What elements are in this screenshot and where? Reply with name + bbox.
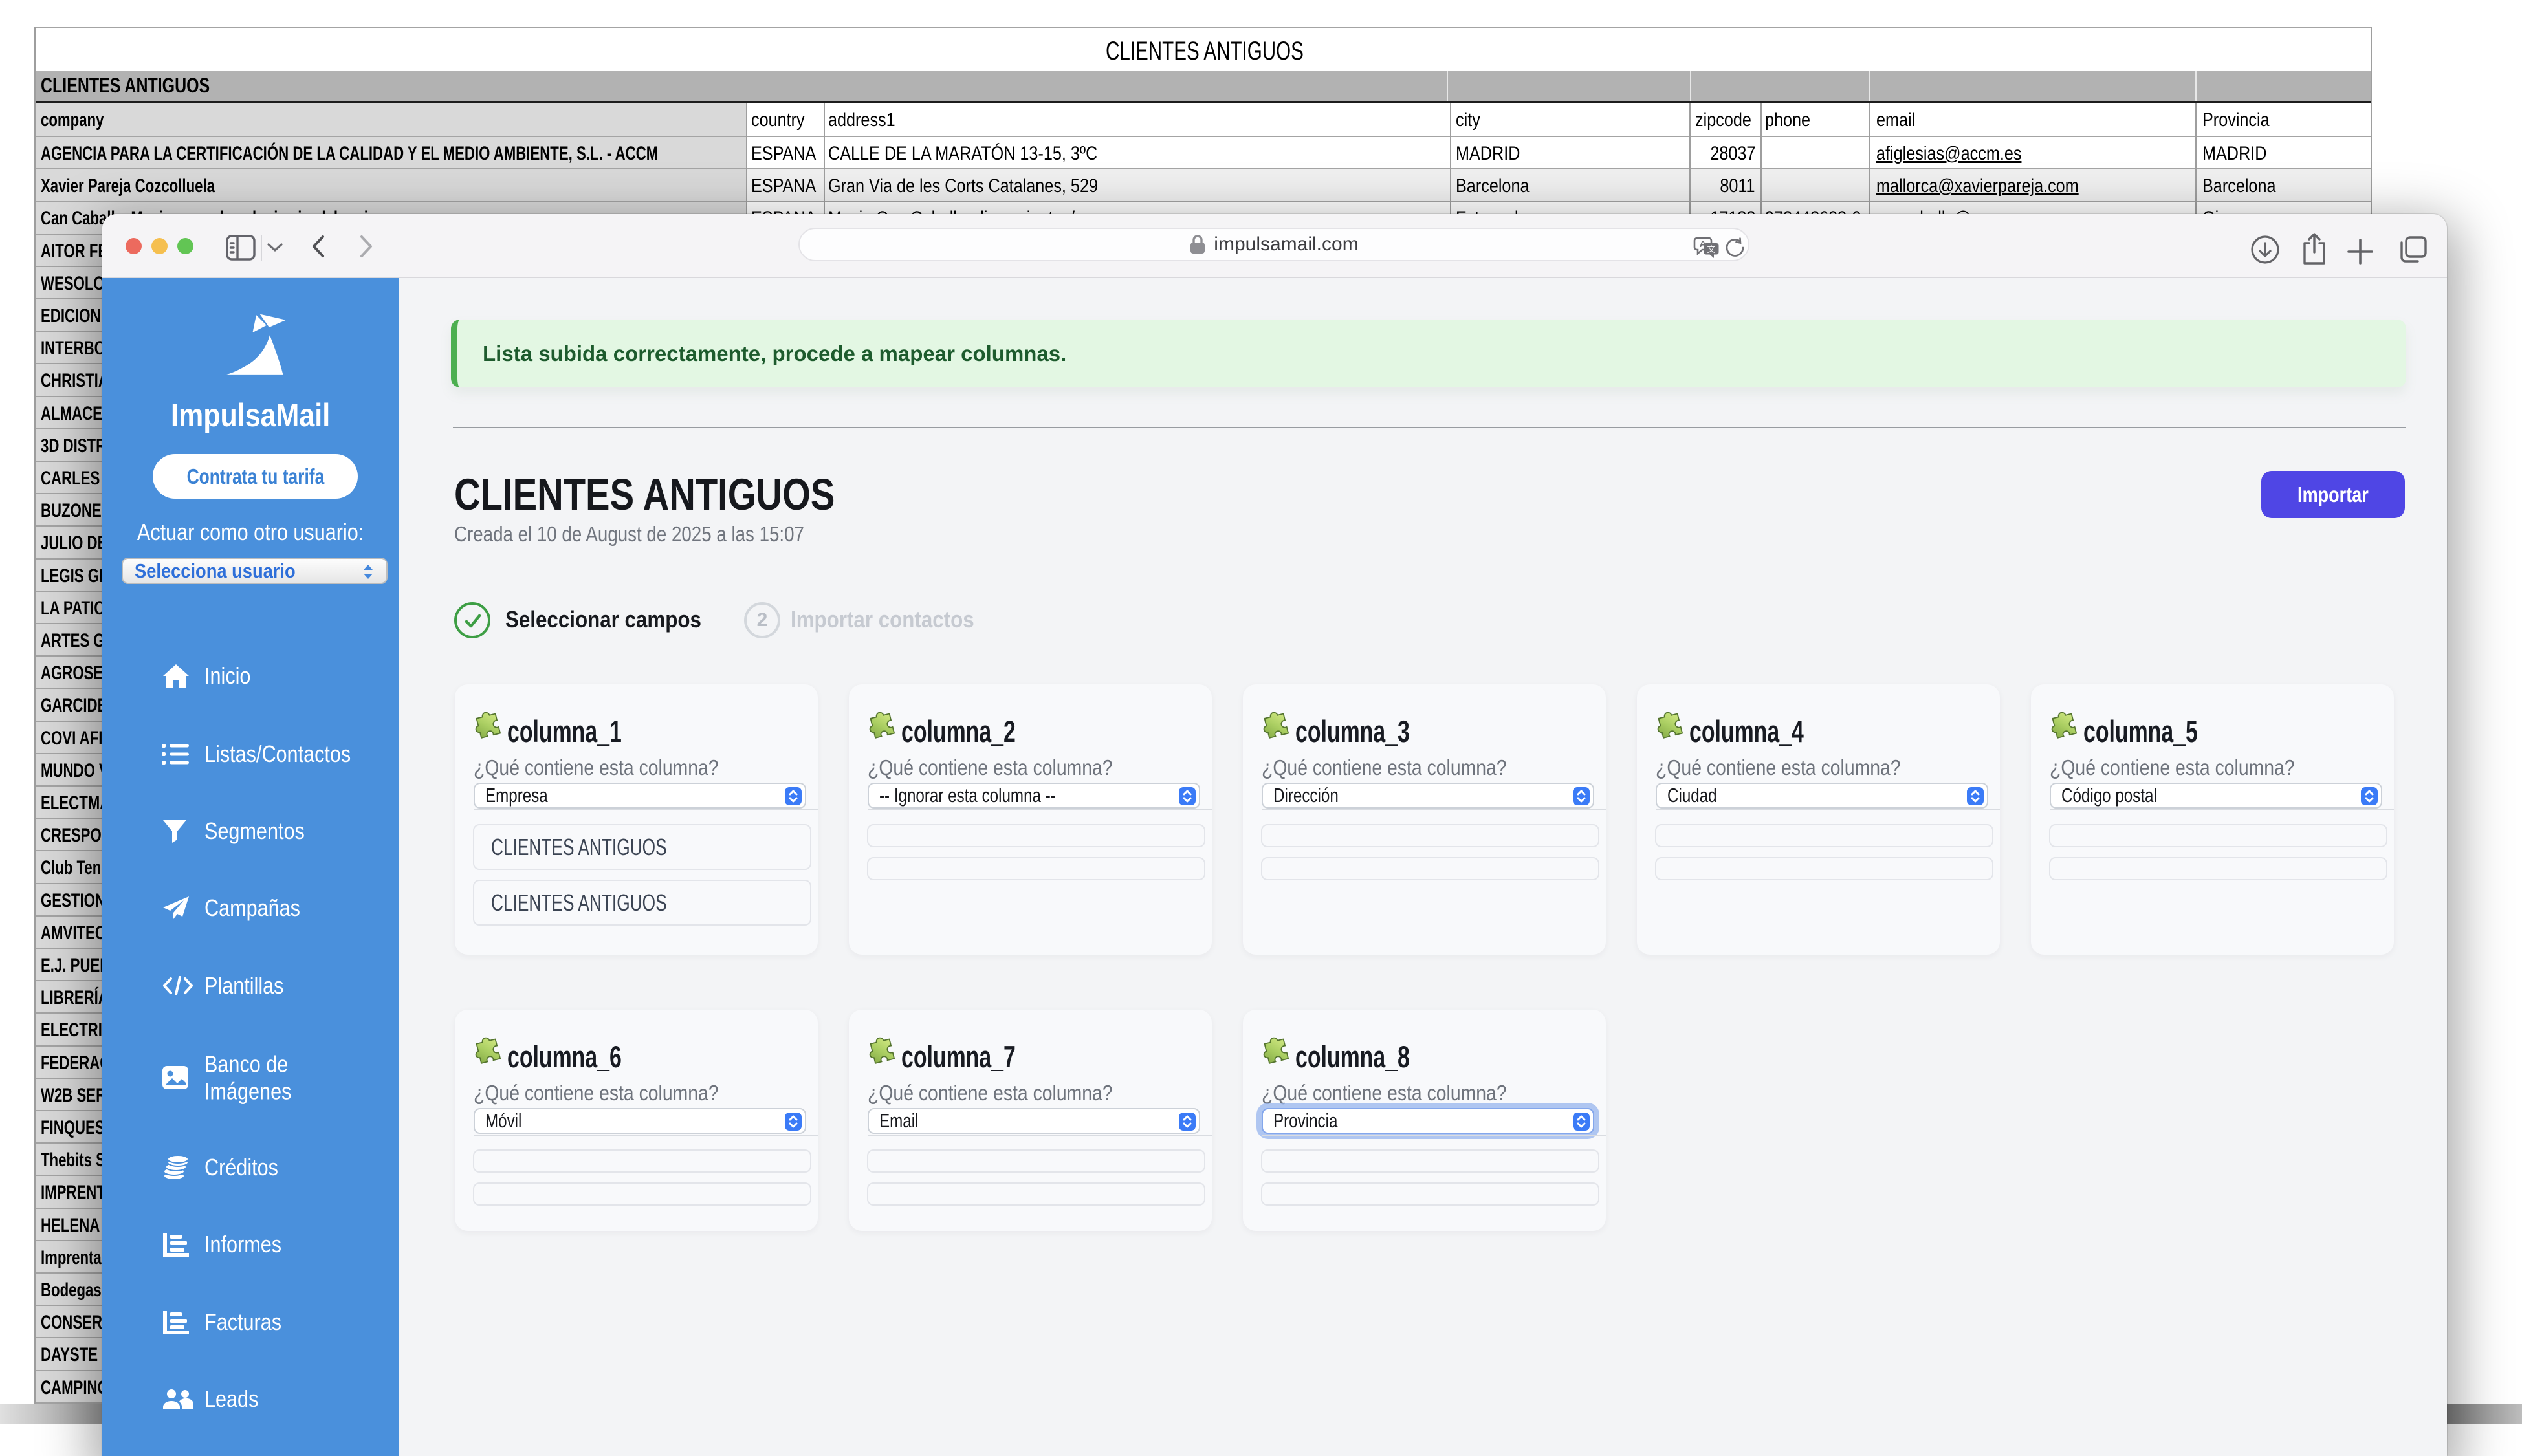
svg-text:文: 文 xyxy=(1707,244,1715,254)
